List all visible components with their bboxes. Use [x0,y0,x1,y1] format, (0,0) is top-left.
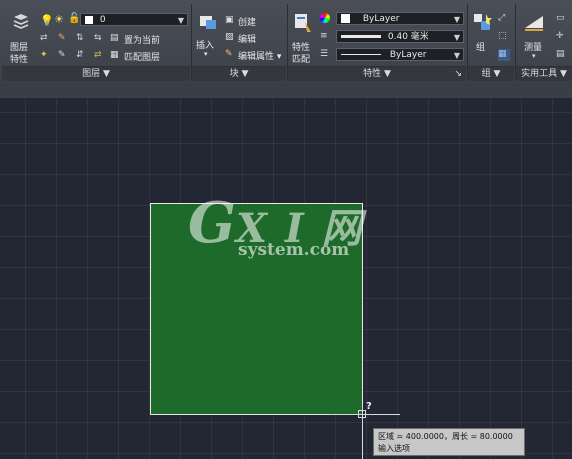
group-label: 组 [476,43,486,53]
insert-chevron-icon: ▾ [204,50,208,58]
insert-block-icon [200,16,216,29]
set-current-icon: ▤ [110,33,119,43]
ribbon: 图层 特性 💡 ☀ 🔓 0 ▼ ⇄ ✎ ⇅ ⇆ ▤ 置为当前 ✦ ✎ ⇵ ⇄ ▦… [0,0,572,83]
edit-attribute-icon: ✎ [225,49,233,59]
match-properties-label-2: 匹配 [292,55,311,65]
properties-panel-title[interactable]: 特性 ▼ ↘ [288,66,466,81]
lock-open-icon[interactable]: 🔓 [68,13,80,25]
measure-ruler-icon [525,16,543,31]
lineweight-line [341,35,381,38]
color-swatch [341,14,350,23]
edit-block-button[interactable]: 编辑 [238,32,256,45]
layer-tool-icon-4[interactable]: ⇆ [94,33,106,45]
match-layer-button[interactable]: 匹配图层 [124,50,160,63]
linetype-combo-value: ByLayer [389,50,427,60]
layer-tool-icon-5[interactable]: ✦ [40,50,52,62]
locate-point-icon[interactable]: ✛ [556,31,568,43]
measure-button[interactable]: 测量 ▾ [520,12,550,62]
layer-properties-button[interactable]: 图层 特性 [6,12,36,65]
linetype-line [341,54,381,55]
insert-button[interactable]: 插入 ▾ [194,12,222,62]
watermark-logo-subtitle: system.com [238,240,350,260]
cursor-question-mark: ? [366,401,372,412]
lineweight-combo[interactable]: 0.40 毫米 ▼ [336,30,464,43]
group-select-icon[interactable]: ▦ [498,49,510,61]
match-layer-icon: ▦ [110,50,119,60]
pickbox [358,410,366,418]
groups-panel-title[interactable]: 组 ▼ [468,66,514,81]
edit-attribute-button[interactable]: 编辑属性 ▾ [238,49,281,62]
edit-block-icon: ▨ [225,32,234,42]
layer-tool-icon-2[interactable]: ✎ [58,33,70,45]
measure-chevron-icon: ▾ [532,52,536,60]
watermark-logo-g: G [188,190,236,256]
match-properties-icon [295,14,311,32]
properties-panel-title-label: 特性 ▼ [363,69,391,79]
properties-panel-launcher[interactable]: ↘ [454,67,462,81]
layers-panel-title[interactable]: 图层 ▼ [2,66,190,81]
group-icon [474,14,492,30]
color-combo-value: ByLayer [362,14,400,24]
block-panel-title[interactable]: 块 ▼ [192,66,286,81]
layer-tool-icon-8[interactable]: ⇄ [94,50,106,62]
group-button[interactable]: 组 [470,12,494,62]
utilities-panel-title[interactable]: 实用工具 ▼ [516,66,572,81]
layer-properties-label-2: 特性 [10,55,29,65]
set-current-button[interactable]: 置为当前 [124,33,160,46]
layer-combo[interactable]: 0 ▼ [80,13,188,26]
sun-icon[interactable]: ☀ [54,13,66,26]
chevron-down-icon: ▼ [177,16,184,25]
color-wheel-icon [320,13,330,23]
lineweight-combo-value: 0.40 毫米 [387,32,429,42]
layer-tool-icon-6[interactable]: ✎ [58,50,70,62]
chevron-down-icon: ▼ [453,51,460,60]
lightbulb-icon[interactable]: 💡 [40,14,54,27]
measure-tooltip-result: 区域 = 400.0000，周长 = 80.0000 [378,432,513,441]
create-block-icon: ▣ [225,15,234,25]
measure-tooltip: 区域 = 400.0000，周长 = 80.0000 输入选项 [373,428,525,456]
quick-select-icon[interactable]: ▭ [556,13,568,25]
layer-stack-icon [13,14,29,29]
file-tab-strip [0,82,572,99]
calculator-icon[interactable]: ▤ [556,49,568,61]
chevron-down-icon: ▼ [453,33,460,42]
linetype-icon: ☰ [320,49,329,59]
create-block-button[interactable]: 创建 [238,15,256,28]
lineweight-icon: ≡ [320,31,328,41]
layer-tool-icon-7[interactable]: ⇵ [76,50,88,62]
group-edit-icon[interactable]: ⬚ [498,31,510,43]
measure-tooltip-prompt: 输入选项 [378,444,410,453]
ungroup-icon[interactable]: ⤢ [498,13,510,25]
chevron-down-icon: ▼ [453,15,460,24]
layer-tool-icon-3[interactable]: ⇅ [76,33,88,45]
color-combo[interactable]: ByLayer ▼ [336,12,464,25]
layer-tool-icon-1[interactable]: ⇄ [40,33,52,45]
linetype-combo[interactable]: ByLayer ▼ [336,48,464,61]
layer-color-swatch [85,15,93,24]
match-properties-button[interactable]: 特性 匹配 [290,12,316,65]
layer-combo-value: 0 [99,15,106,25]
